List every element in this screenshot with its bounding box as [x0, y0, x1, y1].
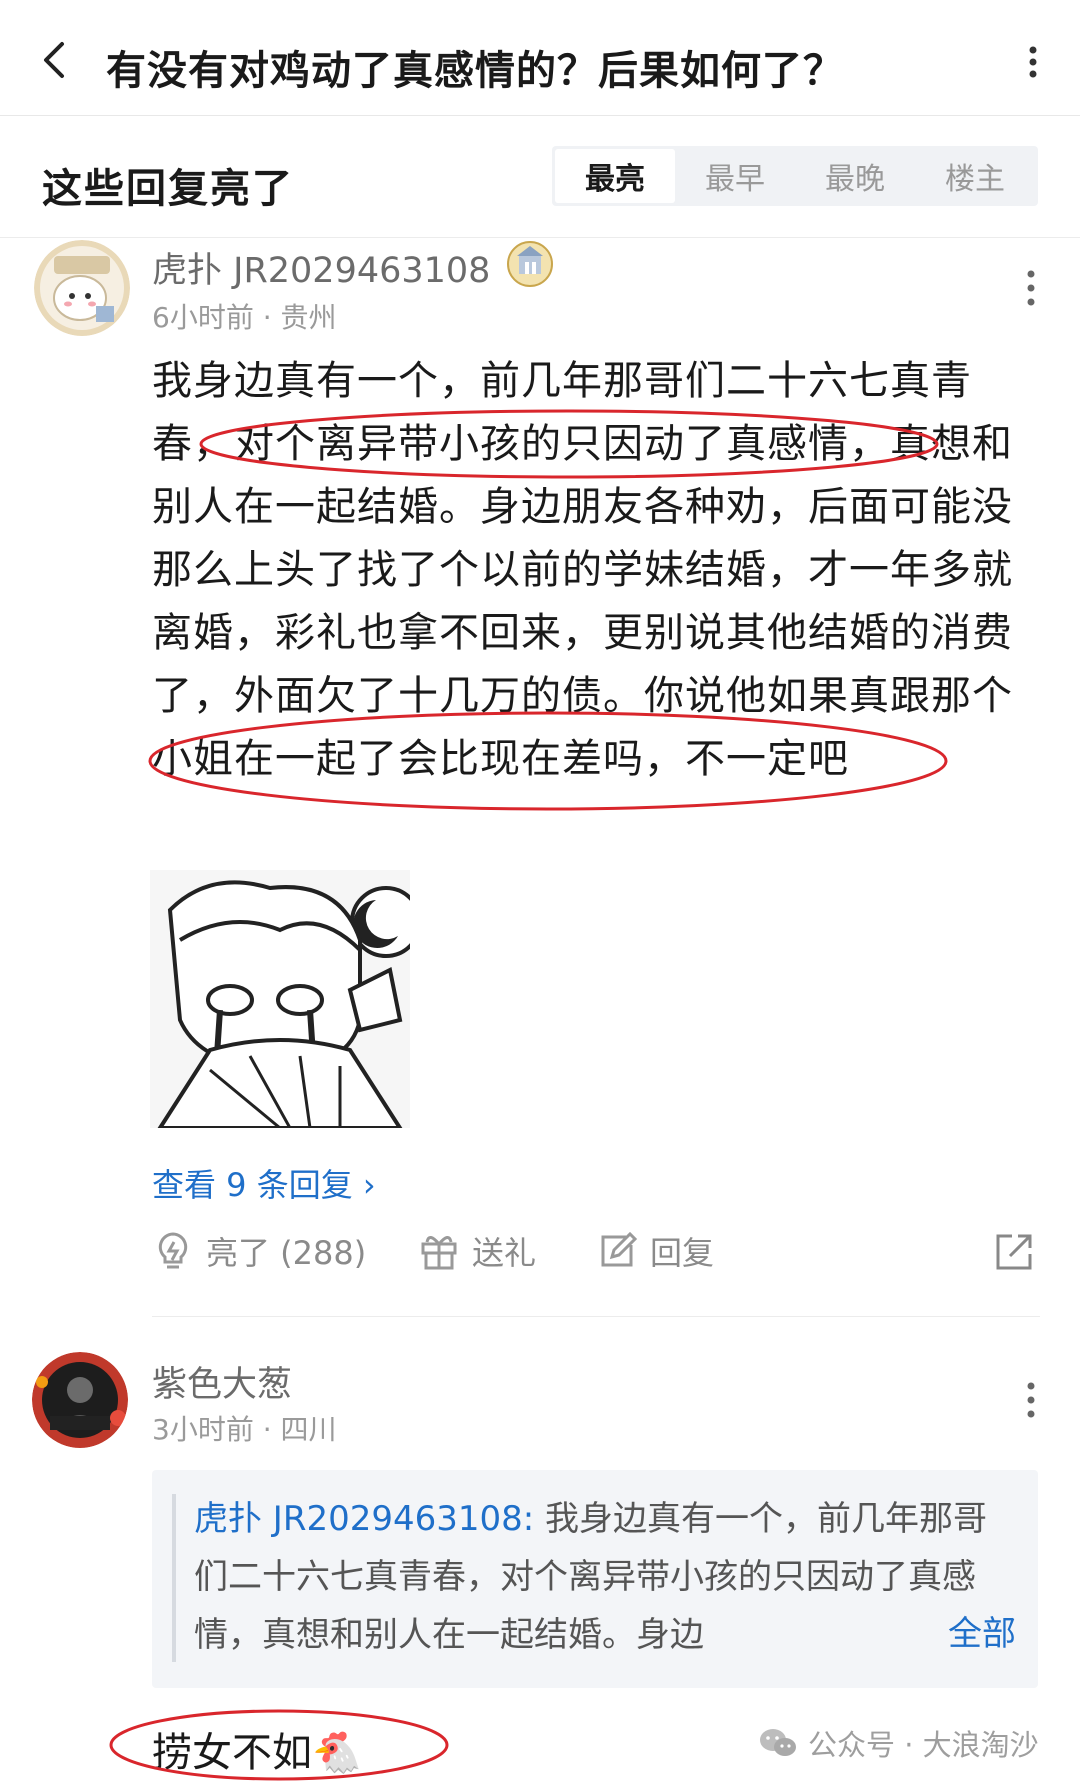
light-button[interactable]: 亮了 (288): [152, 1228, 366, 1274]
divider: [152, 1316, 1040, 1317]
wechat-icon: [760, 1729, 796, 1756]
section-title: 这些回复亮了: [42, 166, 294, 212]
sort-tab-earliest[interactable]: 最早: [675, 149, 795, 203]
comment-location: 贵州: [280, 301, 337, 334]
sort-tab-brightest[interactable]: 最亮: [555, 149, 675, 203]
chevron-right-icon: ›: [362, 1166, 376, 1204]
comment-more-icon[interactable]: [1016, 1378, 1046, 1422]
page-title: 有没有对鸡动了真感情的？后果如何了？: [106, 48, 844, 94]
quote-bar: [172, 1494, 176, 1662]
sort-tab-op[interactable]: 楼主: [915, 149, 1035, 203]
gift-label: 送礼: [472, 1234, 537, 1272]
lightbulb-icon: [158, 1232, 188, 1269]
badge-icon: [507, 241, 553, 287]
section-header: 这些回复亮了 最亮 最早 最晚 楼主: [0, 116, 1080, 238]
reply-label: 回复: [650, 1234, 715, 1272]
avatar[interactable]: [34, 240, 130, 336]
more-options-icon[interactable]: [1018, 42, 1048, 82]
edit-reply-icon: [601, 1231, 638, 1267]
watermark-text: 公众号 · 大浪淘沙: [808, 1728, 1039, 1762]
comment-time: 3小时前: [152, 1413, 254, 1446]
username[interactable]: 紫色大葱: [152, 1356, 292, 1407]
expand-full-link[interactable]: 全部: [888, 1606, 1016, 1655]
comment-meta: 6小时前 · 贵州: [152, 296, 337, 336]
reply-button[interactable]: 回复: [596, 1228, 714, 1274]
sort-tabs: 最亮 最早 最晚 楼主: [552, 146, 1038, 206]
comment-more-icon[interactable]: [1016, 266, 1046, 310]
gift-icon: [421, 1236, 457, 1270]
comment-actions: 亮了 (288) 送礼 回复: [152, 1228, 1042, 1278]
comment-location: 四川: [280, 1413, 337, 1446]
avatar[interactable]: [32, 1352, 128, 1448]
back-arrow-icon[interactable]: [36, 38, 76, 82]
light-count-label: 亮了 (288): [206, 1234, 367, 1272]
comment-body: 捞女不如🐔: [152, 1730, 362, 1776]
sticker-image[interactable]: [150, 870, 422, 1130]
comment-body: 我身边真有一个，前几年那哥们二十六七真青春，对个离异带小孩的只因动了真感情，真想…: [152, 358, 1013, 782]
quote-author[interactable]: 虎扑 JR2029463108:: [194, 1499, 534, 1539]
view-replies-label: 查看 9 条回复: [152, 1166, 353, 1204]
meta-separator: ·: [262, 301, 281, 334]
share-icon[interactable]: [992, 1230, 1036, 1274]
view-replies-link[interactable]: 查看 9 条回复 ›: [152, 1160, 376, 1206]
comment-meta: 3小时前 · 四川: [152, 1408, 337, 1448]
top-bar: 有没有对鸡动了真感情的？后果如何了？: [0, 0, 1080, 116]
watermark: 公众号 · 大浪淘沙: [758, 1722, 1039, 1764]
comment-time: 6小时前: [152, 301, 254, 334]
username[interactable]: 虎扑 JR2029463108: [152, 242, 490, 293]
quoted-reply[interactable]: 虎扑 JR2029463108: 我身边真有一个，前几年那哥们二十六七真青春，对…: [152, 1470, 1038, 1688]
gift-button[interactable]: 送礼: [418, 1228, 536, 1274]
sort-tab-latest[interactable]: 最晚: [795, 149, 915, 203]
meta-separator: ·: [262, 1413, 281, 1446]
